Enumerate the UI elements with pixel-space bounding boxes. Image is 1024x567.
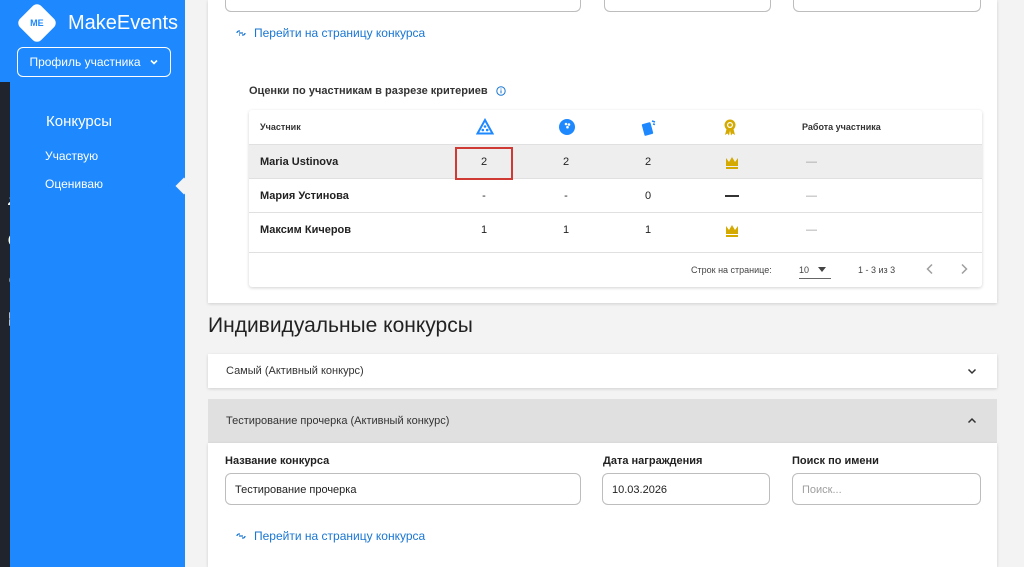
award-badge-icon bbox=[721, 118, 739, 136]
score-cell[interactable]: 2 bbox=[628, 145, 668, 179]
selected-cell-highlight bbox=[455, 147, 513, 180]
accordion-label: Тестирование прочерка (Активный конкурс) bbox=[226, 415, 450, 427]
contest-name-field[interactable] bbox=[225, 0, 581, 12]
award-date-input[interactable]: 10.03.2026 bbox=[602, 473, 770, 505]
table-pagination: Строк на странице: 10 1 - 3 из 3 bbox=[249, 252, 982, 286]
score-cell[interactable]: 0 bbox=[628, 179, 668, 213]
award-date-label: Дата награждения bbox=[603, 455, 703, 467]
work-cell: — bbox=[806, 224, 817, 236]
chevron-up-icon bbox=[967, 417, 977, 424]
contest-name-input[interactable]: Тестирование прочерка bbox=[225, 473, 581, 505]
pagination-range: 1 - 3 из 3 bbox=[858, 265, 896, 275]
chevron-down-icon bbox=[149, 59, 158, 65]
crown-icon bbox=[712, 145, 752, 179]
score-cell[interactable]: 1 bbox=[464, 213, 504, 247]
link-icon bbox=[236, 30, 246, 36]
logo-mark-icon: ME bbox=[15, 1, 59, 45]
accordion-label: Самый (Активный конкурс) bbox=[226, 365, 364, 377]
award-date-field[interactable] bbox=[604, 0, 771, 12]
score-cell[interactable]: 2 bbox=[546, 145, 586, 179]
search-input[interactable]: Поиск... bbox=[792, 473, 981, 505]
no-award-dash bbox=[712, 179, 752, 213]
sidebar-item-evaluating[interactable]: Оцениваю bbox=[45, 177, 103, 191]
rows-per-page-select[interactable]: 10 bbox=[799, 265, 831, 279]
scores-table: Участник Работа участника Maria Ustinova… bbox=[249, 110, 982, 287]
triangle-dots-icon bbox=[476, 118, 494, 136]
score-cell[interactable]: - bbox=[464, 179, 504, 213]
contest-page-link[interactable]: Перейти на страницу конкурса bbox=[236, 26, 425, 40]
participant-name: Мария Устинова bbox=[260, 190, 349, 202]
contest-name-label: Название конкурса bbox=[225, 455, 330, 467]
work-cell: — bbox=[806, 190, 817, 202]
cards-icon bbox=[640, 118, 658, 136]
work-cell: — bbox=[806, 156, 817, 168]
caret-down-icon bbox=[817, 267, 826, 272]
contest-page-link[interactable]: Перейти на страницу конкурса bbox=[236, 529, 425, 543]
search-label: Поиск по имени bbox=[792, 455, 879, 467]
scores-subtitle-text: Оценки по участникам в разрезе критериев bbox=[249, 85, 488, 97]
score-cell[interactable]: 1 bbox=[546, 213, 586, 247]
contest-page-link-label: Перейти на страницу конкурса bbox=[254, 529, 426, 543]
contest-page-link-label: Перейти на страницу конкурса bbox=[254, 26, 426, 40]
table-row[interactable]: Максим Кичеров 1 1 1 — bbox=[249, 212, 982, 246]
prev-page-button[interactable] bbox=[925, 263, 935, 277]
header-participant: Участник bbox=[260, 122, 301, 132]
header-work: Работа участника bbox=[802, 122, 881, 132]
bowling-ball-icon bbox=[558, 118, 576, 136]
profile-button-label: Профиль участника bbox=[29, 55, 141, 69]
chevron-right-icon bbox=[961, 263, 968, 275]
main-content: Перейти на страницу конкурса Оценки по у… bbox=[185, 0, 1024, 567]
participant-name: Maria Ustinova bbox=[260, 156, 339, 168]
link-icon bbox=[236, 533, 246, 539]
contest-card: Перейти на страницу конкурса Оценки по у… bbox=[208, 0, 997, 303]
search-field[interactable] bbox=[793, 0, 981, 12]
rows-per-page-value: 10 bbox=[799, 265, 810, 275]
section-title: Индивидуальные конкурсы bbox=[208, 314, 473, 337]
scores-subtitle: Оценки по участникам в разрезе критериев bbox=[249, 85, 506, 97]
accordion-body: Название конкурса Тестирование прочерка … bbox=[208, 443, 997, 567]
crown-icon bbox=[712, 213, 752, 247]
score-cell[interactable]: 1 bbox=[628, 213, 668, 247]
accordion-contest[interactable]: Самый (Активный конкурс) bbox=[208, 354, 997, 388]
app-name: MakeEvents bbox=[68, 11, 179, 34]
participant-name: Максим Кичеров bbox=[260, 224, 352, 236]
chevron-down-icon bbox=[967, 368, 977, 375]
accordion-contest-expanded[interactable]: Тестирование прочерка (Активный конкурс) bbox=[208, 399, 997, 443]
profile-dropdown-button[interactable]: Профиль участника bbox=[17, 47, 171, 77]
logo-mark-text: ME bbox=[30, 18, 44, 28]
app-logo[interactable]: ME MakeEvents bbox=[15, 1, 179, 45]
sidebar-section-title: Конкурсы bbox=[46, 113, 113, 130]
score-cell[interactable]: - bbox=[546, 179, 586, 213]
table-row[interactable]: Maria Ustinova 2 2 2 — bbox=[249, 144, 982, 178]
info-icon[interactable] bbox=[495, 86, 506, 96]
table-row[interactable]: Мария Устинова - - 0 — bbox=[249, 178, 982, 212]
chevron-left-icon bbox=[926, 263, 933, 275]
sidebar: ME MakeEvents Профиль участника Конкурсы… bbox=[10, 0, 193, 567]
sidebar-item-participating[interactable]: Участвую bbox=[45, 149, 98, 163]
rows-per-page-label: Строк на странице: bbox=[691, 265, 772, 275]
next-page-button[interactable] bbox=[959, 263, 969, 277]
